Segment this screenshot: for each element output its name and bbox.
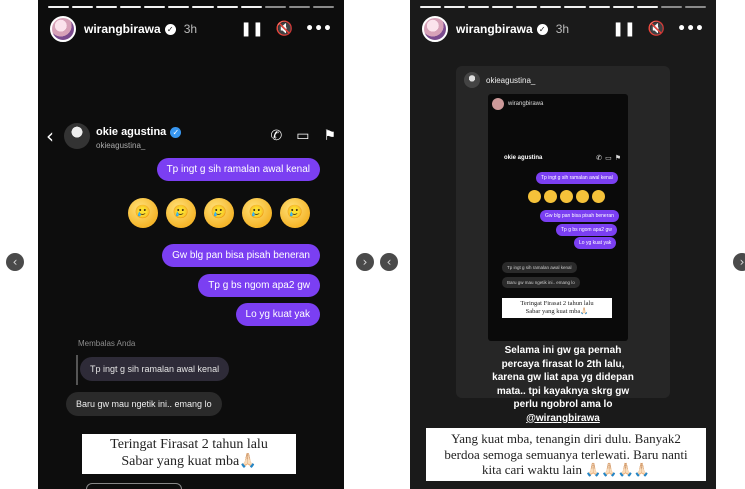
flag-icon: ⚑: [323, 128, 336, 144]
back-arrow-icon: ‹: [46, 124, 54, 148]
story-text-line: perlu ngobrol ama lo: [513, 399, 613, 410]
chat-action-icons: ✆▭⚑: [596, 154, 624, 162]
crying-face-icon: [576, 190, 589, 203]
avatar: [464, 72, 480, 88]
chevron-right-icon: ›: [362, 255, 368, 269]
incoming-message: Baru gw mau ngetik ini.. emang lo: [66, 392, 222, 416]
embedded-chat-name: okie agustina: [504, 155, 543, 161]
crying-face-icon: 🥲: [128, 198, 158, 228]
reply-indicator: [76, 355, 78, 385]
shared-username: okieagustina_: [486, 75, 536, 85]
emoji-row: [528, 190, 605, 203]
shared-story-header: okieagustina_: [464, 72, 535, 88]
message-bubble: Lo yg kuat yak: [235, 303, 320, 326]
story-text-line: mata.. tpi kayaknya skrg gw: [496, 385, 630, 397]
story-caption: Teringat Firasat 2 tahun lalu Sabar yang…: [82, 434, 296, 474]
caption-line: kita cari waktu lain 🙏🏻🙏🏻🙏🏻🙏🏻: [482, 462, 650, 478]
message-bubble: Lo yg kuat yak: [574, 237, 617, 249]
story-text-line: percaya firasat lo 2th lalu,: [501, 358, 625, 370]
story-time: 3h: [183, 22, 198, 36]
more-options-icon[interactable]: •••: [305, 21, 332, 37]
video-camera-icon: ▭: [296, 128, 310, 144]
crying-face-icon: [528, 190, 541, 203]
avatar: [492, 98, 504, 110]
story-text-line: Selama ini gw ga pernah: [504, 345, 622, 356]
story-time: 3h: [555, 22, 570, 36]
previous-story-button[interactable]: ‹: [6, 253, 24, 271]
story-caption: Yang kuat mba, tenangin diri dulu. Banya…: [426, 428, 706, 481]
crying-face-icon: 🥲: [204, 198, 234, 228]
chevron-right-icon: ›: [739, 255, 745, 269]
story-header: wirangbirawa ✓ 3h ❚❚ 🔇 •••: [50, 14, 332, 44]
crying-face-icon: 🥲: [166, 198, 196, 228]
embedded-story: wirangbirawa okie agustina ✆▭⚑ Tp ingt g…: [488, 94, 628, 341]
message-bubble: Tp g bs ngom apa2 gw: [556, 224, 617, 236]
chat-avatar: [64, 123, 90, 149]
avatar[interactable]: [50, 16, 76, 42]
caption-line: Teringat Firasat 2 tahun lalu: [520, 300, 594, 307]
message-bubble: Gw blg pan bisa pisah beneran: [540, 210, 619, 222]
more-options-icon[interactable]: •••: [677, 21, 704, 37]
crying-face-icon: 🥲: [280, 198, 310, 228]
message-bubble: Tp g bs ngom apa2 gw: [198, 274, 320, 297]
avatar[interactable]: [422, 16, 448, 42]
embedded-username: wirangbirawa: [508, 101, 544, 107]
previous-story-button-right[interactable]: ‹: [380, 253, 398, 271]
verified-badge-icon: ✓: [164, 23, 176, 35]
reply-input[interactable]: [86, 483, 182, 489]
phone-icon: ✆: [270, 128, 283, 144]
story-progress-bar: [420, 6, 706, 8]
next-story-button[interactable]: ›: [356, 253, 374, 271]
caption-line: Teringat Firasat 2 tahun lalu: [110, 437, 268, 452]
crying-face-icon: [544, 190, 557, 203]
chevron-left-icon: ‹: [386, 255, 392, 269]
embedded-caption: Teringat Firasat 2 tahun lalu Sabar yang…: [502, 298, 612, 319]
message-bubble: Tp ingt g sih ramalan awal kenal: [156, 158, 320, 181]
verified-badge-icon: ✓: [536, 23, 548, 35]
next-story-button-right[interactable]: ›: [733, 253, 745, 271]
story-right[interactable]: wirangbirawa ✓ 3h ❚❚ 🔇 ••• okieagustina_…: [410, 0, 716, 489]
pause-icon[interactable]: ❚❚: [612, 21, 635, 37]
verified-badge-icon: ✓: [170, 127, 182, 138]
mute-icon[interactable]: 🔇: [648, 21, 665, 37]
crying-face-icon: [560, 190, 573, 203]
caption-line: berdoa semoga semuanya terlewati. Baru n…: [444, 446, 688, 462]
caption-line: Sabar yang kuat mba🙏🏻: [525, 308, 589, 316]
chat-header: ‹ okie agustina ✓ okieagustina_ ✆ ▭ ⚑: [46, 120, 336, 152]
story-username[interactable]: wirangbirawa: [456, 22, 533, 36]
crying-face-icon: 🥲: [242, 198, 272, 228]
caption-line: Yang kuat mba, tenangin diri dulu. Banya…: [451, 431, 681, 446]
caption-line: Sabar yang kuat mba🙏🏻: [121, 453, 257, 469]
user-mention-link[interactable]: @wirangbirawa: [450, 412, 676, 426]
story-text: Selama ini gw ga pernah percaya firasat …: [450, 344, 676, 425]
story-username[interactable]: wirangbirawa: [84, 22, 161, 36]
chat-contact-handle: okieagustina_: [96, 141, 146, 150]
reply-label: Membalas Anda: [78, 339, 136, 348]
emoji-row: 🥲 🥲 🥲 🥲 🥲: [128, 198, 310, 228]
crying-face-icon: [592, 190, 605, 203]
stories-viewer: ‹ › ‹ › wirangbirawa ✓ 3h ❚❚ 🔇 ••• ‹ oki…: [0, 0, 745, 489]
story-header: wirangbirawa ✓ 3h ❚❚ 🔇 •••: [422, 14, 704, 44]
message-bubble: Tp ingt g sih ramalan awal kenal: [536, 172, 618, 184]
message-bubble: Gw blg pan bisa pisah beneran: [162, 244, 320, 267]
reply-quote: Tp ingt g sih ramalan awal kenal: [502, 262, 577, 273]
story-left[interactable]: wirangbirawa ✓ 3h ❚❚ 🔇 ••• ‹ okie agusti…: [38, 0, 344, 489]
chat-contact-name: okie agustina: [96, 126, 167, 138]
reply-quote: Tp ingt g sih ramalan awal kenal: [80, 357, 230, 381]
incoming-message: Baru gw mau ngetik ini.. emang lo: [502, 277, 580, 288]
pause-icon[interactable]: ❚❚: [240, 21, 263, 37]
story-progress-bar: [48, 6, 334, 8]
story-text-line: karena gw liat apa yg didepan: [492, 372, 634, 383]
chevron-left-icon: ‹: [12, 255, 18, 269]
mute-icon[interactable]: 🔇: [276, 21, 293, 37]
